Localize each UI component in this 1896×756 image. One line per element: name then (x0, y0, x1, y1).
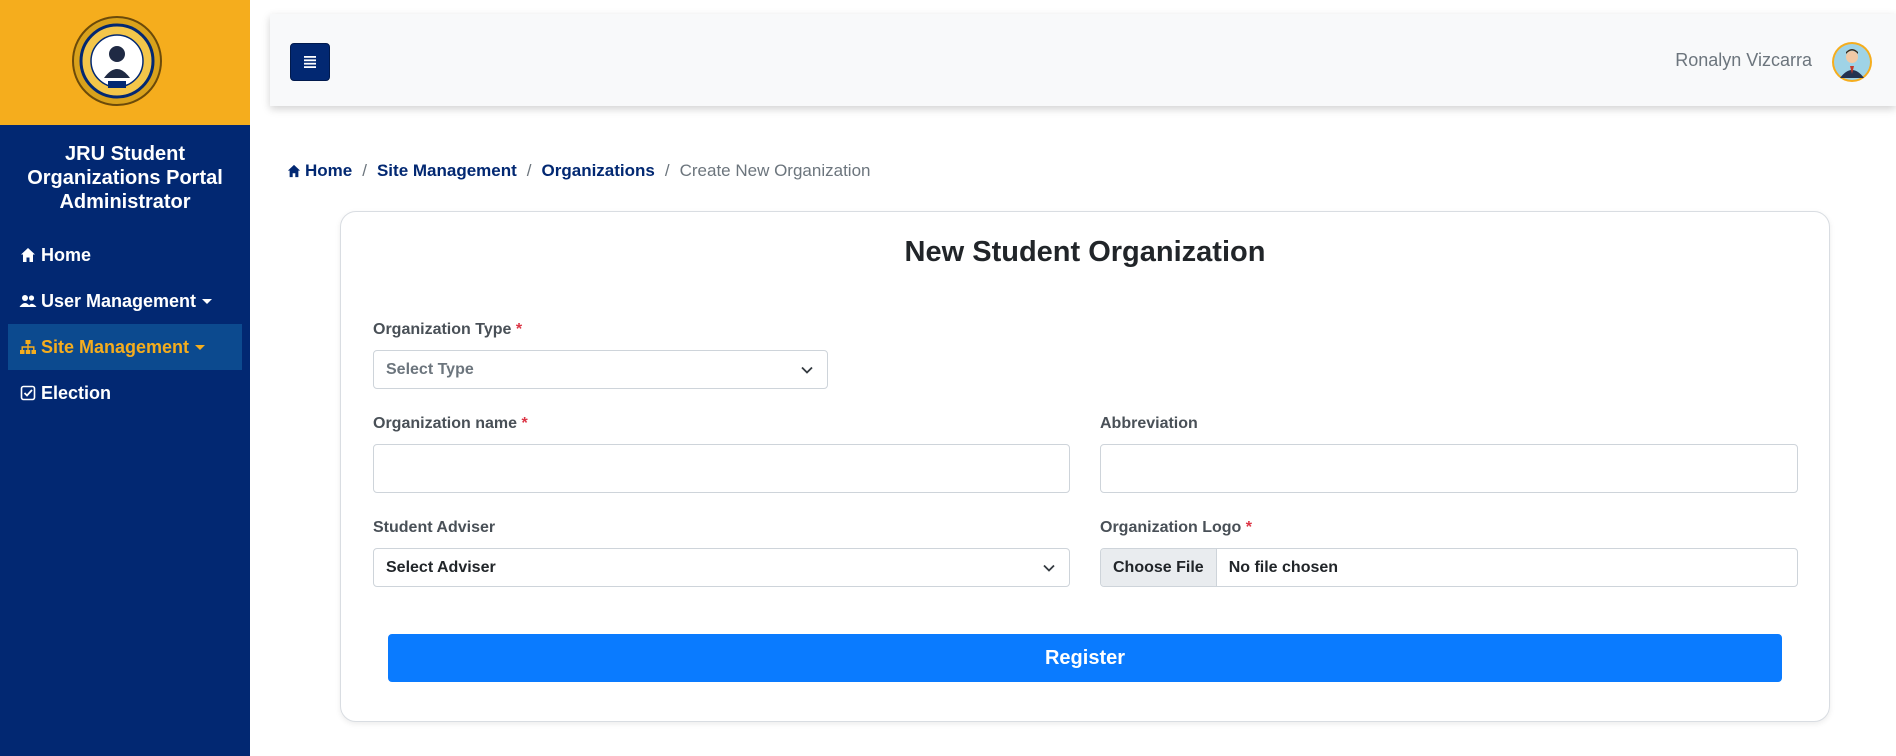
breadcrumb-separator: / (362, 161, 367, 180)
user-name[interactable]: Ronalyn Vizcarra (1675, 50, 1812, 71)
university-seal-logo (72, 16, 162, 106)
chevron-down-icon (1043, 564, 1055, 572)
sidebar-item-label: Election (41, 382, 112, 403)
menu-icon (304, 56, 316, 68)
chevron-down-icon (801, 366, 813, 374)
sidebar-item-election[interactable]: Election (8, 370, 242, 416)
topbar: Ronalyn Vizcarra (270, 14, 1896, 106)
adviser-label: Student Adviser (373, 519, 495, 537)
required-mark: * (1245, 519, 1253, 536)
sidebar-item-site-management[interactable]: Site Management (8, 324, 242, 370)
abbreviation-label: Abbreviation (1100, 415, 1198, 433)
sidebar-item-user-management[interactable]: User Management (8, 278, 242, 324)
caret-down-icon (195, 344, 206, 350)
org-type-label: Organization Type * (373, 321, 522, 339)
file-status-text: No file chosen (1228, 558, 1339, 576)
adviser-select[interactable]: Select Adviser (373, 548, 1070, 587)
breadcrumb-site-management[interactable]: Site Management (377, 161, 517, 181)
avatar[interactable] (1832, 42, 1872, 82)
logo-label-text: Organization Logo (1100, 519, 1242, 536)
adviser-select-value: Select Adviser (386, 558, 496, 576)
logo-label: Organization Logo * (1100, 519, 1252, 537)
required-mark: * (515, 321, 523, 338)
breadcrumb-current: Create New Organization (679, 161, 871, 180)
org-type-select-value: Select Type (386, 360, 474, 378)
portal-title: JRU Student Organizations Portal Adminis… (27, 143, 223, 213)
sidebar: JRU Student Organizations Portal Adminis… (0, 0, 250, 756)
sidebar-toggle-button[interactable] (290, 43, 330, 81)
caret-down-icon (202, 298, 213, 304)
org-type-select[interactable]: Select Type (373, 350, 828, 389)
org-name-label-text: Organization name (373, 415, 518, 432)
breadcrumb-separator: / (526, 161, 532, 180)
adviser-label-text: Student Adviser (373, 519, 496, 536)
form-title: New Student Organization (904, 236, 1266, 268)
users-icon (18, 291, 38, 311)
abbreviation-input[interactable] (1100, 444, 1798, 493)
breadcrumb: Home / Site Management / Organizations /… (287, 161, 870, 181)
sitemap-icon (18, 337, 38, 357)
required-mark: * (521, 415, 528, 432)
logo-area (0, 0, 250, 125)
logo-file-input[interactable]: Choose File No file chosen (1100, 548, 1798, 587)
org-type-label-text: Organization Type (373, 321, 512, 338)
register-button[interactable]: Register (388, 634, 1782, 682)
sidebar-item-label: Site Management (41, 336, 190, 357)
check-square-icon (18, 383, 38, 403)
choose-file-button[interactable]: Choose File (1101, 549, 1217, 586)
org-name-input[interactable] (373, 444, 1070, 493)
sidebar-nav: Home User Management Site Management Ele… (8, 232, 242, 416)
home-icon (287, 164, 301, 178)
breadcrumb-home[interactable]: Home (305, 161, 352, 181)
home-icon (18, 245, 38, 265)
sidebar-item-home[interactable]: Home (8, 232, 242, 278)
abbreviation-label-text: Abbreviation (1100, 415, 1198, 432)
breadcrumb-organizations[interactable]: Organizations (542, 161, 655, 181)
sidebar-item-label: User Management (41, 290, 197, 311)
org-name-label: Organization name * (373, 415, 528, 433)
organization-form-card: New Student Organization Organization Ty… (340, 211, 1830, 722)
breadcrumb-separator: / (664, 161, 670, 180)
sidebar-item-label: Home (41, 244, 92, 265)
user-avatar-icon (1834, 44, 1870, 80)
